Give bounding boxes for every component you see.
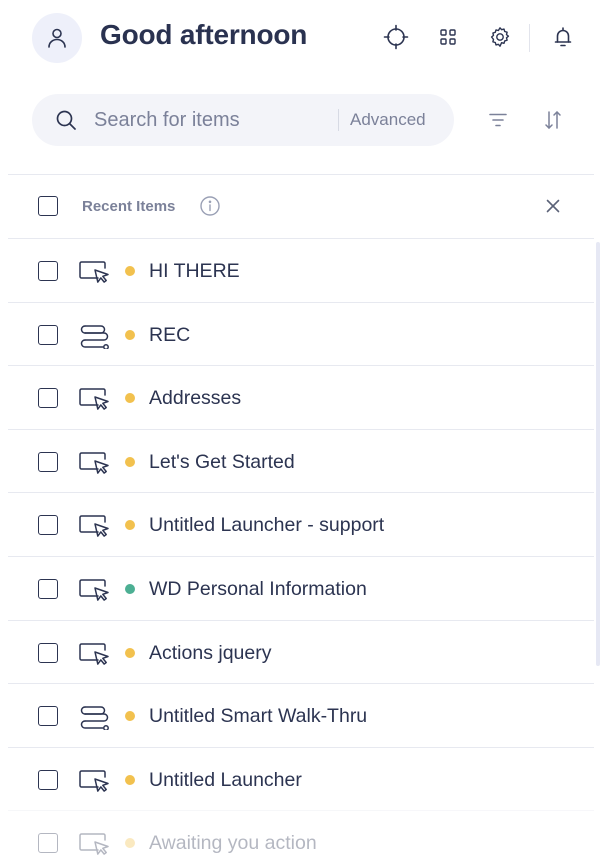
notifications-button[interactable] <box>548 22 578 52</box>
status-dot <box>125 456 135 467</box>
item-checkbox[interactable] <box>38 833 58 854</box>
select-all-checkbox[interactable] <box>38 196 58 216</box>
item-checkbox[interactable] <box>38 324 58 345</box>
items-panel: Good afternoon Search for items Advanced… <box>0 0 602 859</box>
item-title: Untitled Launcher <box>149 768 302 791</box>
header: Good afternoon <box>0 0 602 80</box>
status-dot <box>125 838 135 849</box>
info-icon[interactable] <box>199 195 221 217</box>
user-icon <box>48 28 66 48</box>
item-checkbox[interactable] <box>38 515 58 536</box>
filter-button[interactable] <box>484 106 512 134</box>
launcher-icon <box>78 829 112 857</box>
list-item[interactable]: REC <box>8 301 594 366</box>
list-item[interactable]: Untitled Smart Walk-Thru <box>8 683 594 747</box>
status-dot <box>125 584 135 594</box>
bell-icon <box>554 27 572 47</box>
settings-icon <box>490 27 510 47</box>
search-input[interactable] <box>94 94 362 146</box>
item-checkbox[interactable] <box>38 579 58 599</box>
status-dot <box>125 266 135 276</box>
filter-icon <box>489 113 507 127</box>
search-bar: Advanced <box>32 94 454 146</box>
header-divider <box>529 24 530 52</box>
item-title: WD Personal Information <box>149 578 367 600</box>
item-checkbox[interactable] <box>38 261 58 281</box>
sort-button[interactable] <box>539 106 567 134</box>
search-icon <box>56 110 76 130</box>
item-title: Addresses <box>149 387 242 410</box>
launcher-icon <box>78 511 112 539</box>
list-item[interactable]: Let's Get Started <box>8 428 594 493</box>
section-title: Recent Items <box>82 198 176 215</box>
recent-items-header: Recent Items <box>8 175 594 238</box>
list-item[interactable]: Untitled Launcher - support <box>8 492 594 556</box>
list-item[interactable]: Untitled Launcher <box>8 746 594 811</box>
launcher-icon <box>78 766 112 794</box>
item-title: Untitled Launcher - support <box>149 514 385 537</box>
status-dot <box>125 329 135 340</box>
item-checkbox[interactable] <box>38 769 58 790</box>
list-item[interactable]: Addresses <box>8 365 594 429</box>
target-icon <box>383 24 409 50</box>
list-item[interactable]: Actions jquery <box>8 619 594 684</box>
smart-walkthru-icon <box>78 702 112 732</box>
item-checkbox[interactable] <box>38 388 58 409</box>
settings-button[interactable] <box>485 22 515 52</box>
list-item[interactable]: HI THERE <box>8 238 594 302</box>
smart-walkthru-icon <box>78 321 112 350</box>
status-dot <box>125 774 135 785</box>
item-title: HI THERE <box>149 260 240 282</box>
launcher-icon <box>78 384 112 412</box>
close-icon[interactable] <box>542 195 564 217</box>
item-title: Untitled Smart Walk-Thru <box>149 705 368 728</box>
item-checkbox[interactable] <box>38 642 58 663</box>
item-checkbox[interactable] <box>38 706 58 727</box>
scrollbar[interactable] <box>596 242 600 666</box>
item-checkbox[interactable] <box>38 451 58 472</box>
status-dot <box>125 520 135 531</box>
launcher-icon <box>78 448 112 476</box>
grid-button[interactable] <box>433 22 463 52</box>
status-dot <box>125 393 135 404</box>
list-item[interactable]: WD Personal Information <box>8 556 594 620</box>
target-button[interactable] <box>381 22 411 52</box>
item-title: REC <box>149 323 191 346</box>
item-title: Actions jquery <box>149 641 272 664</box>
list-item[interactable]: Awaiting you action <box>8 810 594 859</box>
search-divider <box>338 109 339 131</box>
status-dot <box>125 711 135 722</box>
grid-icon <box>440 29 456 45</box>
sort-icon <box>545 111 561 129</box>
recent-items-list: HI THERE REC Addresses Let's Get Started Unt… <box>8 238 594 859</box>
item-title: Let's Get Started <box>149 450 295 473</box>
launcher-icon <box>78 257 112 285</box>
advanced-search-button[interactable]: Advanced <box>350 110 426 130</box>
launcher-icon <box>78 575 112 603</box>
launcher-icon <box>78 639 112 667</box>
item-title: Awaiting you action <box>149 832 317 855</box>
greeting-title: Good afternoon <box>100 19 308 50</box>
user-avatar[interactable] <box>32 13 82 63</box>
status-dot <box>125 647 135 658</box>
